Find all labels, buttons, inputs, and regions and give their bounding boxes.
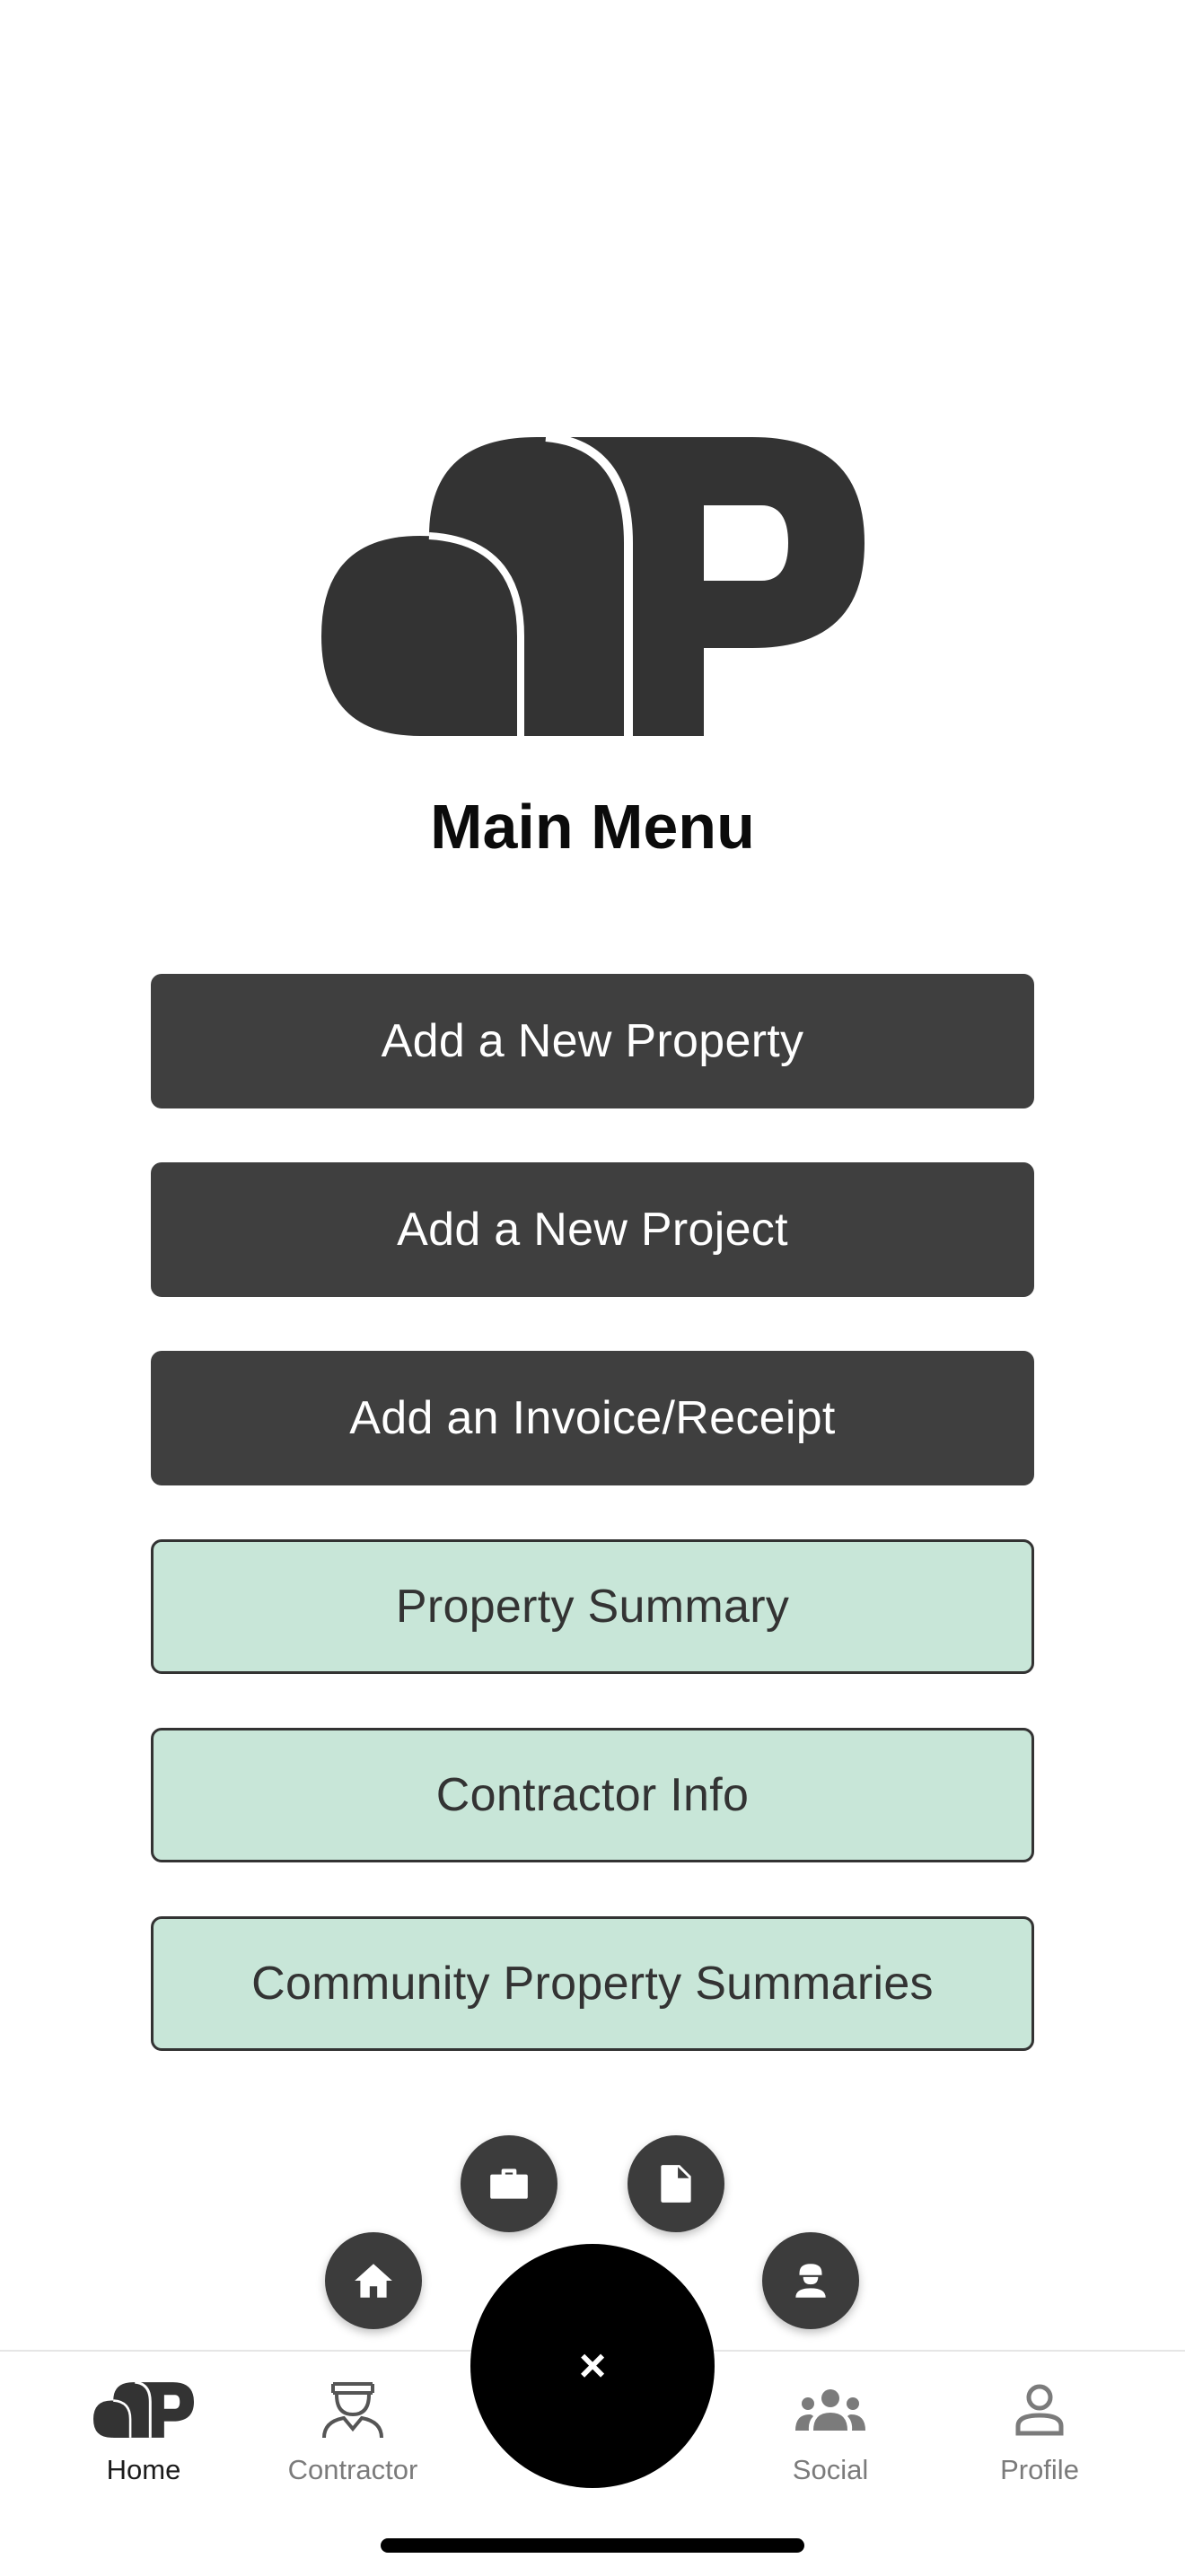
main-menu-fab[interactable]: × [470, 2244, 715, 2488]
quick-project-button[interactable] [461, 2135, 557, 2232]
page-title: Main Menu [430, 792, 755, 862]
tab-home-label: Home [106, 2454, 181, 2485]
home-logo-icon [93, 2382, 194, 2438]
app-logo [321, 437, 865, 736]
tab-profile-label: Profile [1000, 2454, 1079, 2485]
social-icon [795, 2389, 865, 2431]
community-summaries-button[interactable]: Community Property Summaries [151, 1916, 1034, 2051]
quick-contractor-button[interactable] [762, 2232, 859, 2329]
tab-profile[interactable]: Profile [950, 2370, 1129, 2486]
tab-contractor[interactable]: Contractor [263, 2370, 443, 2486]
add-project-button[interactable]: Add a New Project [151, 1162, 1034, 1297]
contractor-icon [322, 2382, 383, 2439]
close-icon: × [578, 2340, 607, 2392]
quick-home-button[interactable] [325, 2232, 422, 2329]
add-invoice-button[interactable]: Add an Invoice/Receipt [151, 1351, 1034, 1485]
document-icon [661, 2165, 691, 2203]
property-summary-button[interactable]: Property Summary [151, 1539, 1034, 1674]
tab-home[interactable]: Home [54, 2370, 233, 2486]
add-property-button[interactable]: Add a New Property [151, 974, 1034, 1108]
home-icon [355, 2264, 392, 2298]
home-indicator [381, 2538, 804, 2553]
worker-icon [795, 2264, 826, 2298]
tab-social-label: Social [792, 2454, 869, 2485]
contractor-info-button[interactable]: Contractor Info [151, 1728, 1034, 1862]
tab-social[interactable]: Social [741, 2370, 920, 2486]
tab-contractor-label: Contractor [287, 2454, 418, 2485]
briefcase-icon [490, 2169, 528, 2199]
profile-icon [1015, 2384, 1064, 2436]
quick-invoice-button[interactable] [628, 2135, 724, 2232]
